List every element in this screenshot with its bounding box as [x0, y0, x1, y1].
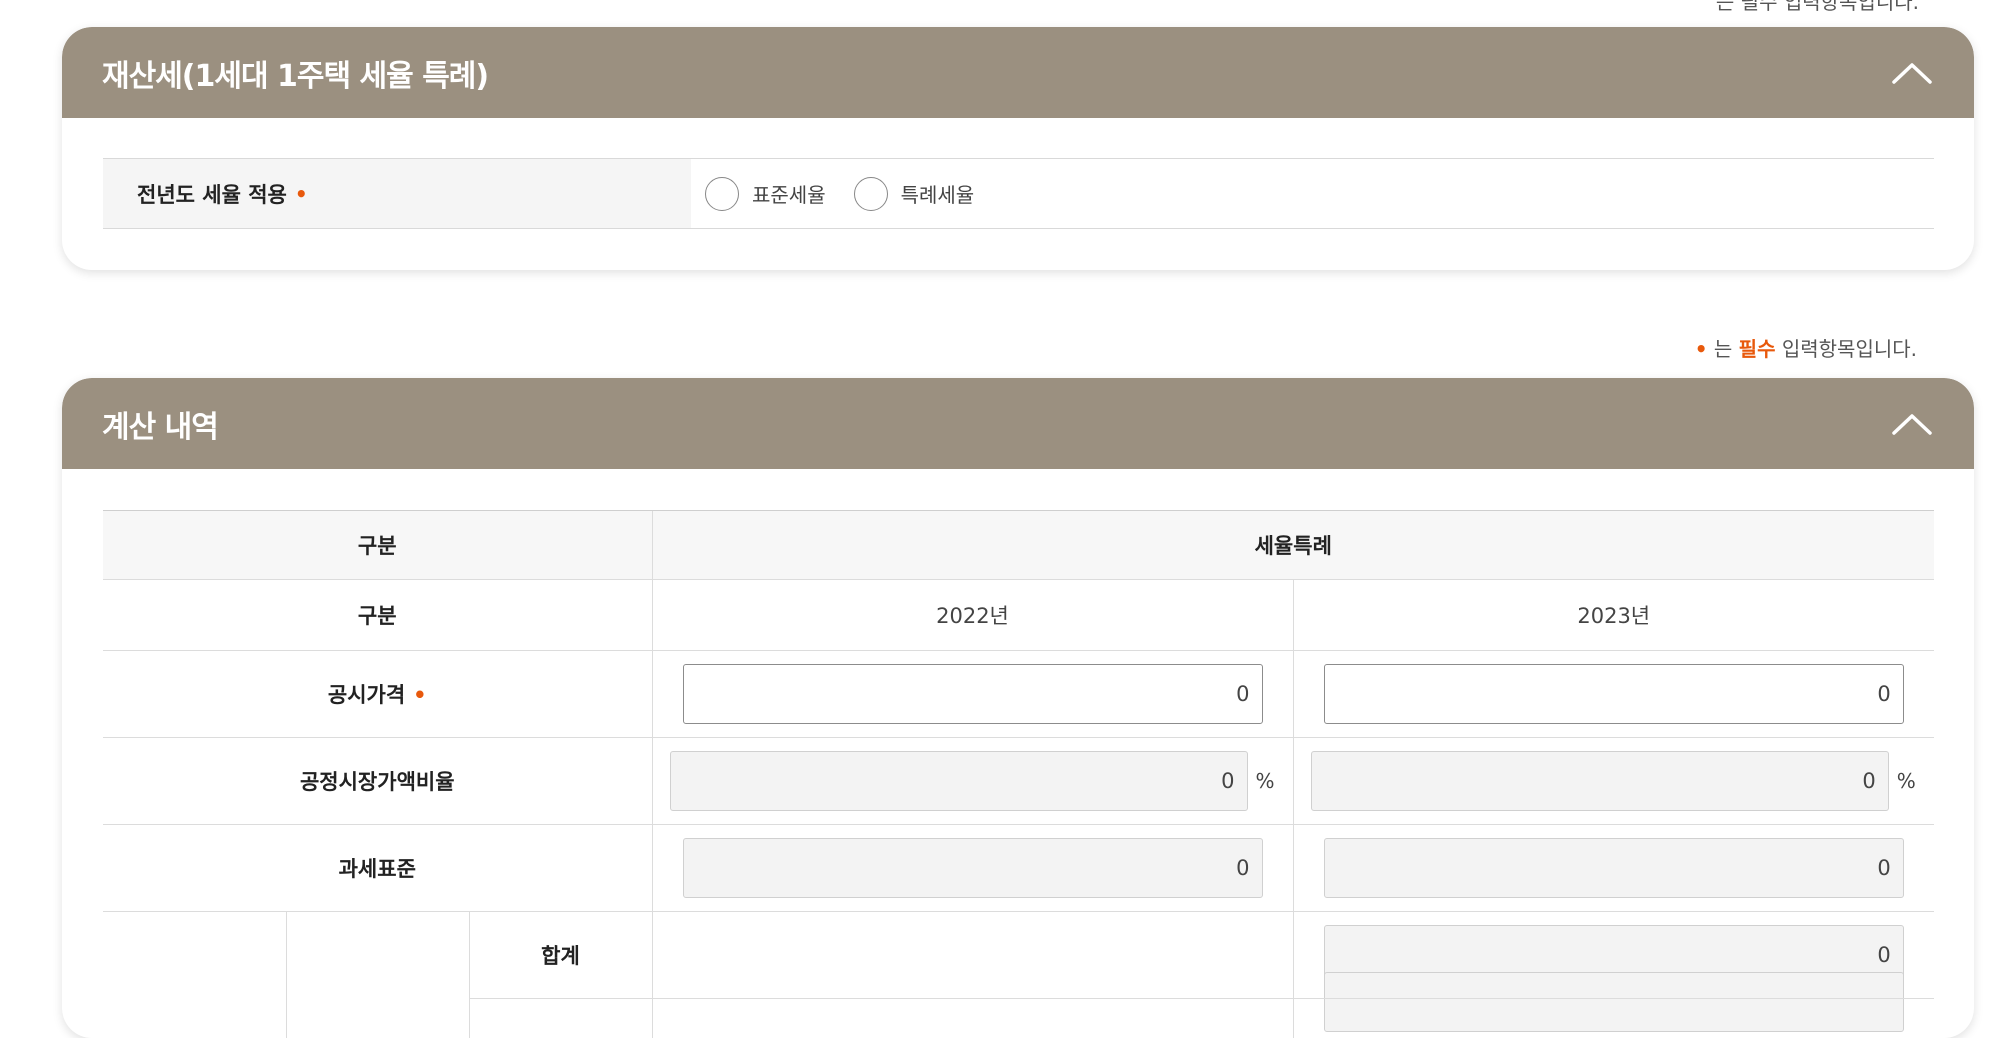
- cell-published-price-2022: 0: [652, 651, 1293, 738]
- year-2023: 2023년: [1293, 580, 1934, 651]
- sub-category: 구분: [103, 580, 652, 651]
- required-note: • 는 필수 입력항목입니다.: [1695, 333, 1917, 362]
- cell-fair-market-ratio-2023: 0 %: [1293, 738, 1934, 825]
- required-note-suffix: 입력항목입니다.: [1775, 337, 1917, 361]
- radio-standard-rate[interactable]: 표준세율: [705, 177, 826, 211]
- panel1-title: 재산세(1세대 1주택 세율 특례): [102, 51, 488, 95]
- radio-standard-rate-label[interactable]: 표준세율: [752, 179, 826, 208]
- table-header-row: 구분 세율특례: [103, 511, 1934, 580]
- prev-year-rate-label-text: 전년도 세율 적용: [137, 179, 287, 209]
- percent-unit: %: [1256, 769, 1276, 793]
- required-note-word: 필수: [1739, 337, 1776, 361]
- year-2022: 2022년: [652, 580, 1293, 651]
- chevron-up-icon[interactable]: [1890, 51, 1934, 95]
- radio-standard-rate-circle[interactable]: [705, 177, 739, 211]
- empty-cell: [286, 999, 469, 1038]
- cell-sum-2022: [652, 912, 1293, 999]
- published-price-label: 공시가격: [328, 683, 405, 707]
- cell-fair-market-ratio-2022: 0 %: [652, 738, 1293, 825]
- empty-cell: [652, 999, 1293, 1038]
- header-category: 구분: [103, 511, 652, 580]
- required-mark: •: [413, 683, 426, 707]
- table-row: 공정시장가액비율 0 % 0 %: [103, 738, 1934, 825]
- panel2-body: 구분 세율특례 구분 2022년 2023년 공시가격• 0 0 공: [62, 469, 1974, 1038]
- tax-base-2023-field: 0: [1324, 838, 1904, 898]
- panel2-header: 계산 내역: [62, 378, 1974, 469]
- table-row: 과세표준 0 0: [103, 825, 1934, 912]
- row-label-published-price: 공시가격 •: [103, 651, 652, 738]
- table-row: 공시가격 • 0 0: [103, 651, 1934, 738]
- tax-base-2022-field: 0: [683, 838, 1263, 898]
- cell-tax-base-2023: 0: [1293, 825, 1934, 912]
- required-mark: •: [295, 182, 308, 206]
- cell-tax-base-2022: 0: [652, 825, 1293, 912]
- panel2-title: 계산 내역: [102, 402, 218, 446]
- empty-cell: [103, 999, 286, 1038]
- fair-market-ratio-2022-field: 0: [670, 751, 1248, 811]
- panel-calculation: 계산 내역 구분 세율특례 구분 2022년 2023년 공시가격 •: [62, 378, 1974, 1038]
- published-price-2022-input[interactable]: 0: [683, 664, 1263, 724]
- radio-special-rate[interactable]: 특례세율: [854, 177, 975, 211]
- required-note-prefix: 는: [1714, 337, 1739, 361]
- radio-special-rate-circle[interactable]: [854, 177, 888, 211]
- calc-table: 구분 세율특례 구분 2022년 2023년 공시가격• 0 0 공: [103, 510, 1934, 1038]
- chevron-up-icon[interactable]: [1890, 402, 1934, 446]
- tax-base-label: 과세표준: [103, 825, 652, 912]
- cell-next-2023: [1293, 999, 1934, 1038]
- fair-market-ratio-label: 공정시장가액비율: [103, 738, 652, 825]
- empty-cell: [469, 999, 652, 1038]
- panel-property-tax-special: 재산세(1세대 1주택 세율 특례) 전년도 세율 적용 • 표준세율 특례세율: [62, 27, 1974, 270]
- fair-market-ratio-2023-field: 0: [1311, 751, 1889, 811]
- panel1-body: 전년도 세율 적용 • 표준세율 특례세율: [62, 118, 1974, 269]
- published-price-2023-input[interactable]: 0: [1324, 664, 1904, 724]
- table-subheader-row: 구분 2022년 2023년: [103, 580, 1934, 651]
- empty-cell: [103, 912, 286, 999]
- required-note-top-text: 는 필수 입력항목입니다.: [1716, 0, 1919, 14]
- table-row: [103, 999, 1934, 1038]
- empty-cell: [286, 912, 469, 999]
- sum-label: 합계: [469, 912, 652, 999]
- fair-market-ratio-2023-wrap: 0 %: [1294, 751, 1935, 811]
- next-2023-field: [1324, 972, 1904, 1032]
- radio-special-rate-label[interactable]: 특례세율: [901, 179, 975, 208]
- required-note-dot: •: [1695, 337, 1708, 361]
- header-group: 세율특례: [652, 511, 1934, 580]
- panel1-header: 재산세(1세대 1주택 세율 특례): [62, 27, 1974, 118]
- prev-year-rate-row: 전년도 세율 적용 • 표준세율 특례세율: [103, 158, 1934, 229]
- rate-options: 표준세율 특례세율: [691, 159, 1002, 228]
- cell-published-price-2023: 0: [1293, 651, 1934, 738]
- fair-market-ratio-2022-wrap: 0 %: [653, 751, 1293, 811]
- required-note-top: 는 필수 입력항목입니다.: [1716, 0, 1919, 15]
- percent-unit: %: [1897, 769, 1917, 793]
- prev-year-rate-label: 전년도 세율 적용 •: [103, 159, 691, 228]
